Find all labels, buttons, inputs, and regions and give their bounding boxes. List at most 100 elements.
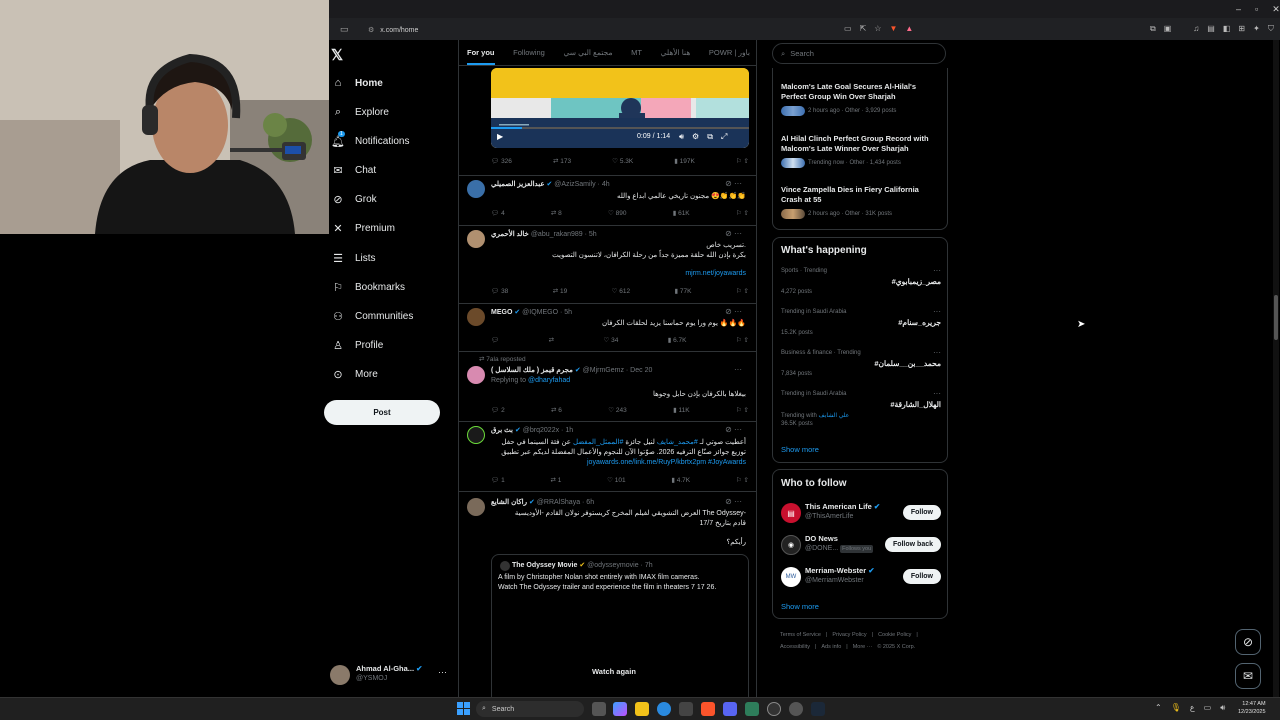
- like-icon[interactable]: ♡ 243: [608, 406, 627, 414]
- clock[interactable]: 12:47 AM 12/23/2025: [1238, 700, 1266, 716]
- windows-start-icon[interactable]: [457, 702, 470, 715]
- follow-suggestion[interactable]: ◉ DO News @DONE... Follows you Follow ba…: [773, 533, 949, 559]
- account-switcher[interactable]: Ahmad Al-Gha... ✔ @YSMOJ ···: [330, 663, 450, 687]
- more-dots-icon[interactable]: ···: [933, 348, 941, 357]
- sidebar-item-home[interactable]: ⌂ Home: [331, 77, 383, 89]
- bookmark-icon[interactable]: ⚐ ⇧: [736, 287, 749, 295]
- repost-icon[interactable]: ⇄ 1: [550, 476, 561, 484]
- close-icon[interactable]: ✕: [1272, 4, 1280, 15]
- repost-icon[interactable]: ⇄ 8: [551, 209, 562, 217]
- tab-mt[interactable]: MT: [631, 48, 642, 57]
- more-dots-icon[interactable]: ⊘ ···: [725, 497, 742, 506]
- reply-icon[interactable]: 💬︎ 1: [491, 476, 505, 484]
- grok-float-button[interactable]: ⊘: [1235, 629, 1261, 655]
- share-icon[interactable]: ⇱: [860, 24, 867, 33]
- discord-icon[interactable]: [723, 702, 737, 716]
- bookmark-icon[interactable]: ⚐ ⇧: [736, 336, 749, 344]
- more-dots-icon[interactable]: ···: [933, 266, 941, 275]
- trend-item[interactable]: Trending in Saudi Arabia ··· #الهلال_الش…: [781, 389, 941, 437]
- footer-link[interactable]: Cookie Policy: [878, 629, 911, 641]
- video-tweet[interactable]: ▶ 0:09 / 1:14 🔊︎ ⚙ ⧉ ⤢ 💬︎ 326 ⇄ 173 ♡ 5.…: [459, 66, 756, 176]
- sidebar-item-notifications[interactable]: 🔔︎ 1 Notifications: [331, 131, 409, 148]
- sidebar-item-lists[interactable]: ☰ Lists: [331, 252, 376, 265]
- extension-icon[interactable]: ⧉: [1150, 24, 1156, 34]
- music-icon[interactable]: ♫: [1193, 24, 1199, 34]
- like-icon[interactable]: ♡ 612: [612, 287, 631, 295]
- quote-tweet[interactable]: The Odyssey Movie ✔ @odysseymovie · 7h A…: [491, 554, 749, 700]
- more-dots-icon[interactable]: ···: [933, 307, 941, 316]
- search-input[interactable]: ⌕ Search: [772, 43, 946, 64]
- leo-icon[interactable]: ✦: [1253, 24, 1260, 34]
- trend-item[interactable]: Trending in Saudi Arabia ··· #جريره_سنام…: [781, 307, 941, 347]
- more-dots-icon[interactable]: ⊘ ···: [725, 229, 742, 238]
- more-dots-icon[interactable]: ···: [734, 365, 742, 374]
- tab-ahli[interactable]: هنا الأهلي: [661, 48, 691, 57]
- footer-link[interactable]: Terms of Service: [780, 629, 821, 641]
- tweet-link[interactable]: mjrm.net/joyawards: [491, 269, 746, 279]
- shield-icon[interactable]: ⛉: [1268, 24, 1274, 34]
- tab-community-pc[interactable]: مجتمع البي سي: [563, 48, 612, 57]
- like-icon[interactable]: ♡ 890: [608, 209, 627, 217]
- more-dots-icon[interactable]: ⊘ ···: [725, 425, 742, 434]
- pip-icon[interactable]: ⧉: [707, 132, 713, 142]
- reply-icon[interactable]: 💬︎: [491, 336, 499, 344]
- news-item[interactable]: Malcom's Late Goal Secures Al-Hilal's Pe…: [781, 82, 941, 116]
- address-bar[interactable]: ⚙ x.com/home: [368, 22, 838, 38]
- footer-link[interactable]: More ···: [853, 641, 873, 653]
- brave-icon[interactable]: [701, 702, 715, 716]
- reader-icon[interactable]: ▤: [1207, 24, 1215, 34]
- more-dots-icon[interactable]: ⊘ ···: [725, 307, 742, 316]
- tweet[interactable]: ⇄ 7ala reposted مجرم قيمز ( ملك السلاسل …: [459, 352, 756, 422]
- show-more-link[interactable]: Show more: [781, 445, 819, 454]
- tweet[interactable]: عبدالعزيز الصميلي ✔ @AzizSamily · 4h ⊘ ·…: [459, 176, 756, 226]
- trend-item[interactable]: Business & finance · Trending ··· #محمد_…: [781, 348, 941, 388]
- play-icon[interactable]: ▶: [497, 132, 503, 141]
- follow-suggestion[interactable]: ▤ This American Life ✔ @ThisAmerLife Fol…: [773, 501, 949, 527]
- screen-icon[interactable]: ▭: [844, 24, 852, 33]
- follow-back-button[interactable]: Follow back: [884, 537, 941, 552]
- footer-link[interactable]: Ads info: [821, 641, 841, 653]
- more-dots-icon[interactable]: ⊘ ···: [725, 179, 742, 188]
- task-view-icon[interactable]: [592, 702, 606, 716]
- sidebar-icon[interactable]: ◧: [1223, 24, 1231, 34]
- taskbar-search[interactable]: ⌕ Search: [476, 701, 584, 717]
- network-icon[interactable]: ▭: [1204, 703, 1212, 713]
- bookmark-icon[interactable]: ⚐ ⇧: [736, 209, 749, 217]
- bookmark-icon[interactable]: ⚐ ⇧: [736, 406, 749, 414]
- watch-again-button[interactable]: Watch again: [592, 667, 636, 676]
- views-icon[interactable]: ▮ 6.7K: [668, 336, 687, 344]
- brave-shield-icon[interactable]: ▼: [889, 24, 897, 33]
- follow-button[interactable]: Follow: [902, 505, 941, 520]
- bookmark-icon[interactable]: ⚐ ⇧: [736, 476, 749, 484]
- repost-icon[interactable]: ⇄: [549, 336, 554, 344]
- fullscreen-icon[interactable]: ⤢: [721, 132, 727, 142]
- follow-button[interactable]: Follow: [902, 569, 941, 584]
- obs-icon[interactable]: [767, 702, 781, 716]
- views-icon[interactable]: ▮ 77K: [675, 287, 692, 295]
- scrollbar[interactable]: [1273, 40, 1279, 697]
- mic-icon[interactable]: 🎙︎: [1171, 703, 1181, 713]
- tweet[interactable]: خالد الأحمري @abu_rakan989 · 5h ⊘ ··· تس…: [459, 226, 756, 304]
- sidebar-item-grok[interactable]: ⊘ Grok: [331, 193, 376, 206]
- more-dots-icon[interactable]: ···: [933, 389, 941, 398]
- show-more-link[interactable]: Show more: [781, 602, 819, 611]
- vpn-icon[interactable]: ⊞: [1238, 24, 1245, 34]
- brave-rewards-icon[interactable]: ▲: [905, 24, 913, 33]
- settings-icon[interactable]: ⚙: [692, 132, 699, 142]
- reply-icon[interactable]: 💬︎ 2: [491, 406, 505, 414]
- repost-icon[interactable]: ⇄ 173: [553, 157, 571, 165]
- footer-link[interactable]: Privacy Policy: [832, 629, 866, 641]
- tweet-link[interactable]: joyawards.one/link.me/RuyP/kbrtx2pm #Joy…: [491, 458, 746, 468]
- terminal-icon[interactable]: [745, 702, 759, 716]
- scrollbar-thumb[interactable]: [1274, 295, 1278, 340]
- more-dots-icon[interactable]: ···: [438, 667, 447, 677]
- site-info-icon[interactable]: ⚙: [368, 26, 374, 34]
- sidebar-item-more[interactable]: ⊙ More: [331, 368, 377, 381]
- views-icon[interactable]: ▮ 197K: [674, 157, 695, 165]
- store-icon[interactable]: [679, 702, 693, 716]
- like-icon[interactable]: ♡ 101: [607, 476, 626, 484]
- tweet[interactable]: راكان الشايع ✔ @RRAlShaya · 6h ⊘ ··· الع…: [459, 492, 756, 700]
- tab-powr[interactable]: POWR | باور: [709, 48, 750, 57]
- sidebar-toggle-icon[interactable]: ▭: [340, 24, 349, 35]
- quote-video[interactable]: Watch again: [492, 595, 748, 700]
